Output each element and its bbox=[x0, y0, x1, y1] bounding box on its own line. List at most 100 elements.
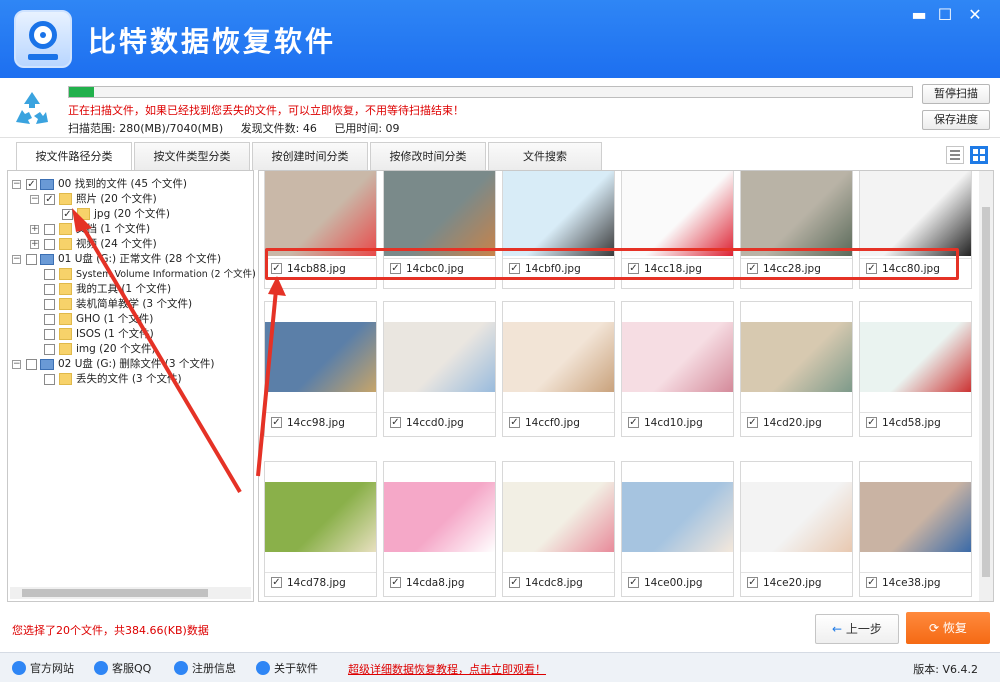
file-name: 14cdc8.jpg bbox=[525, 577, 583, 589]
maximize-button[interactable]: ☐ bbox=[932, 4, 958, 26]
folder-tree: − 00 找到的文件 (45 个文件) − 照片 (20 个文件) jpg (2… bbox=[7, 170, 256, 602]
file-checkbox[interactable] bbox=[271, 417, 282, 428]
file-checkbox[interactable] bbox=[747, 417, 758, 428]
file-name: 14cc98.jpg bbox=[287, 417, 345, 429]
scan-stats: 扫描范围: 280(MB)/7040(MB) 发现文件数: 46 已用时间: 0… bbox=[68, 120, 414, 136]
file-checkbox[interactable] bbox=[390, 577, 401, 588]
file-thumbnail bbox=[384, 482, 495, 552]
file-checkbox[interactable] bbox=[509, 417, 520, 428]
found-count: 发现文件数: 46 bbox=[240, 122, 317, 135]
tab-by-path[interactable]: 按文件路径分类 bbox=[16, 142, 132, 171]
recover-label: 恢复 bbox=[942, 621, 967, 635]
back-arrow-icon: ← bbox=[832, 622, 846, 636]
file-checkbox[interactable] bbox=[628, 577, 639, 588]
file-thumbnail bbox=[622, 322, 733, 392]
selection-info: 您选择了20个文件，共384.66(KB)数据 bbox=[12, 624, 209, 637]
file-name: 14cd20.jpg bbox=[763, 417, 822, 429]
close-button[interactable]: ✕ bbox=[962, 4, 988, 26]
file-checkbox[interactable] bbox=[747, 577, 758, 588]
file-card[interactable]: 14cc98.jpg bbox=[264, 301, 377, 437]
file-thumbnail bbox=[622, 171, 733, 256]
file-card[interactable]: 14cd78.jpg bbox=[264, 461, 377, 597]
file-card[interactable]: 14ccd0.jpg bbox=[383, 301, 496, 437]
qq-icon bbox=[94, 661, 108, 675]
pause-scan-button[interactable]: 暂停扫描 bbox=[922, 84, 990, 104]
file-thumbnail bbox=[741, 171, 852, 256]
file-name: 14ce00.jpg bbox=[644, 577, 703, 589]
official-site-link[interactable]: 官方网站 bbox=[12, 660, 74, 676]
file-card[interactable]: 14ce00.jpg bbox=[621, 461, 734, 597]
tutorial-link[interactable]: 超级详细数据恢复教程，点击立即观看！ bbox=[348, 661, 546, 677]
footer-bar: 官方网站 客服QQ 注册信息 关于软件 超级详细数据恢复教程，点击立即观看！ 版… bbox=[0, 652, 1000, 682]
grid-view-icon[interactable] bbox=[970, 146, 988, 164]
file-checkbox[interactable] bbox=[271, 577, 282, 588]
file-card[interactable]: 14cdc8.jpg bbox=[502, 461, 615, 597]
file-name: 14cd58.jpg bbox=[882, 417, 941, 429]
file-thumbnail bbox=[503, 482, 614, 552]
about-link[interactable]: 关于软件 bbox=[256, 660, 318, 676]
file-thumbnail bbox=[741, 482, 852, 552]
info-icon bbox=[256, 661, 270, 675]
file-checkbox[interactable] bbox=[509, 577, 520, 588]
file-card[interactable]: 14cd20.jpg bbox=[740, 301, 853, 437]
file-thumbnail bbox=[503, 171, 614, 256]
scan-progress-bar bbox=[68, 86, 913, 98]
scan-panel: 正在扫描文件，如果已经找到您丢失的文件，可以立即恢复，不用等待扫描结束！ 扫描范… bbox=[0, 78, 1000, 138]
file-card[interactable]: 14cd10.jpg bbox=[621, 301, 734, 437]
selection-highlight-box bbox=[265, 248, 959, 280]
file-thumbnail bbox=[265, 482, 376, 552]
file-card[interactable]: 14cda8.jpg bbox=[383, 461, 496, 597]
file-card[interactable]: 14ce38.jpg bbox=[859, 461, 972, 597]
file-checkbox[interactable] bbox=[866, 417, 877, 428]
file-thumbnail bbox=[384, 322, 495, 392]
tab-by-type[interactable]: 按文件类型分类 bbox=[134, 142, 250, 170]
file-checkbox[interactable] bbox=[390, 417, 401, 428]
file-name: 14cd78.jpg bbox=[287, 577, 346, 589]
file-thumbnail-grid: 14cb88.jpg14cbc0.jpg14cbf0.jpg14cc18.jpg… bbox=[258, 170, 994, 602]
file-name: 14cda8.jpg bbox=[406, 577, 465, 589]
file-name: 14ccf0.jpg bbox=[525, 417, 580, 429]
grid-vertical-scrollbar[interactable] bbox=[979, 171, 993, 601]
file-name: 14ccd0.jpg bbox=[406, 417, 464, 429]
version-label: 版本: V6.4.2 bbox=[913, 663, 978, 676]
file-thumbnail bbox=[860, 322, 971, 392]
list-view-icon[interactable] bbox=[946, 146, 964, 164]
refresh-icon: ⟳ bbox=[929, 621, 943, 635]
file-thumbnail bbox=[265, 171, 376, 256]
file-thumbnail bbox=[503, 322, 614, 392]
file-thumbnail bbox=[860, 171, 971, 256]
file-name: 14ce38.jpg bbox=[882, 577, 941, 589]
file-card[interactable]: 14ccf0.jpg bbox=[502, 301, 615, 437]
recycle-icon bbox=[16, 92, 48, 124]
tab-by-modified[interactable]: 按修改时间分类 bbox=[370, 142, 486, 170]
file-thumbnail bbox=[622, 482, 733, 552]
register-info-link[interactable]: 注册信息 bbox=[174, 660, 236, 676]
scan-range: 扫描范围: 280(MB)/7040(MB) bbox=[68, 122, 224, 135]
file-card[interactable]: 14cd58.jpg bbox=[859, 301, 972, 437]
file-card[interactable]: 14ce20.jpg bbox=[740, 461, 853, 597]
scan-message: 正在扫描文件，如果已经找到您丢失的文件，可以立即恢复，不用等待扫描结束！ bbox=[68, 104, 464, 117]
file-name: 14cd10.jpg bbox=[644, 417, 703, 429]
elapsed-time: 已用时间: 09 bbox=[334, 122, 400, 135]
previous-step-label: 上一步 bbox=[845, 622, 882, 636]
file-thumbnail bbox=[860, 482, 971, 552]
file-thumbnail bbox=[265, 322, 376, 392]
minimize-button[interactable]: ▬ bbox=[906, 4, 932, 26]
support-qq-link[interactable]: 客服QQ bbox=[94, 660, 151, 676]
file-checkbox[interactable] bbox=[628, 417, 639, 428]
tab-by-created[interactable]: 按创建时间分类 bbox=[252, 142, 368, 170]
file-name: 14ce20.jpg bbox=[763, 577, 822, 589]
tab-file-search[interactable]: 文件搜索 bbox=[488, 142, 602, 170]
previous-step-button[interactable]: ← 上一步 bbox=[815, 614, 899, 644]
title-bar: 比特数据恢复软件 ▬ ☐ ✕ bbox=[0, 0, 1000, 78]
scan-progress-fill bbox=[69, 87, 95, 97]
save-progress-button[interactable]: 保存进度 bbox=[922, 110, 990, 130]
app-title: 比特数据恢复软件 bbox=[88, 25, 337, 58]
recover-button[interactable]: ⟳ 恢复 bbox=[906, 612, 990, 644]
file-thumbnail bbox=[741, 322, 852, 392]
tree-horizontal-scrollbar[interactable] bbox=[10, 587, 251, 599]
file-checkbox[interactable] bbox=[866, 577, 877, 588]
home-icon bbox=[12, 661, 26, 675]
user-icon bbox=[174, 661, 188, 675]
file-thumbnail bbox=[384, 171, 495, 256]
